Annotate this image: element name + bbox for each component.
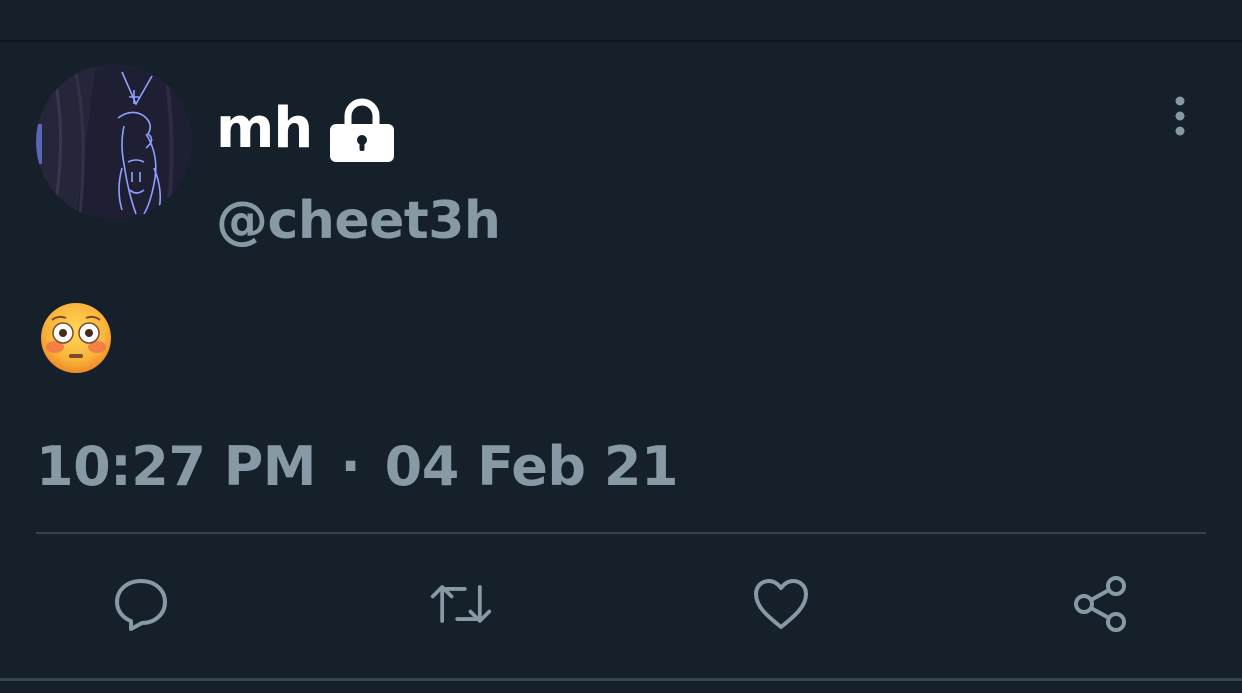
author-display-name[interactable]: mh — [216, 94, 313, 164]
reply-icon — [115, 579, 167, 631]
lock-icon — [328, 94, 396, 164]
tweet-time: 10:27 PM — [36, 435, 317, 498]
more-vertical-icon — [1175, 96, 1185, 136]
avatar[interactable] — [36, 64, 192, 220]
share-icon — [1074, 576, 1126, 632]
author-name-row[interactable]: mh — [216, 94, 396, 164]
actions-divider — [36, 532, 1206, 534]
tweet-timestamp[interactable]: 10:27 PM · 04 Feb 21 — [36, 432, 679, 502]
tweet-date: 04 Feb 21 — [384, 435, 679, 498]
share-button[interactable] — [1069, 572, 1133, 636]
like-button[interactable] — [749, 572, 813, 636]
author-handle[interactable]: @cheet3h — [216, 186, 501, 256]
heart-icon — [754, 579, 808, 629]
timestamp-separator: · — [340, 435, 361, 498]
tweet-text: 😳 — [38, 300, 114, 376]
reply-button[interactable] — [109, 572, 173, 636]
retweet-icon — [430, 585, 492, 623]
top-divider — [0, 40, 1242, 42]
more-options-button[interactable] — [1160, 90, 1200, 142]
bottom-divider — [0, 678, 1242, 681]
tweet-detail-screen: mh @cheet3h 10:27 PM · 04 Feb 21 — [0, 0, 1242, 693]
retweet-button[interactable] — [429, 572, 493, 636]
